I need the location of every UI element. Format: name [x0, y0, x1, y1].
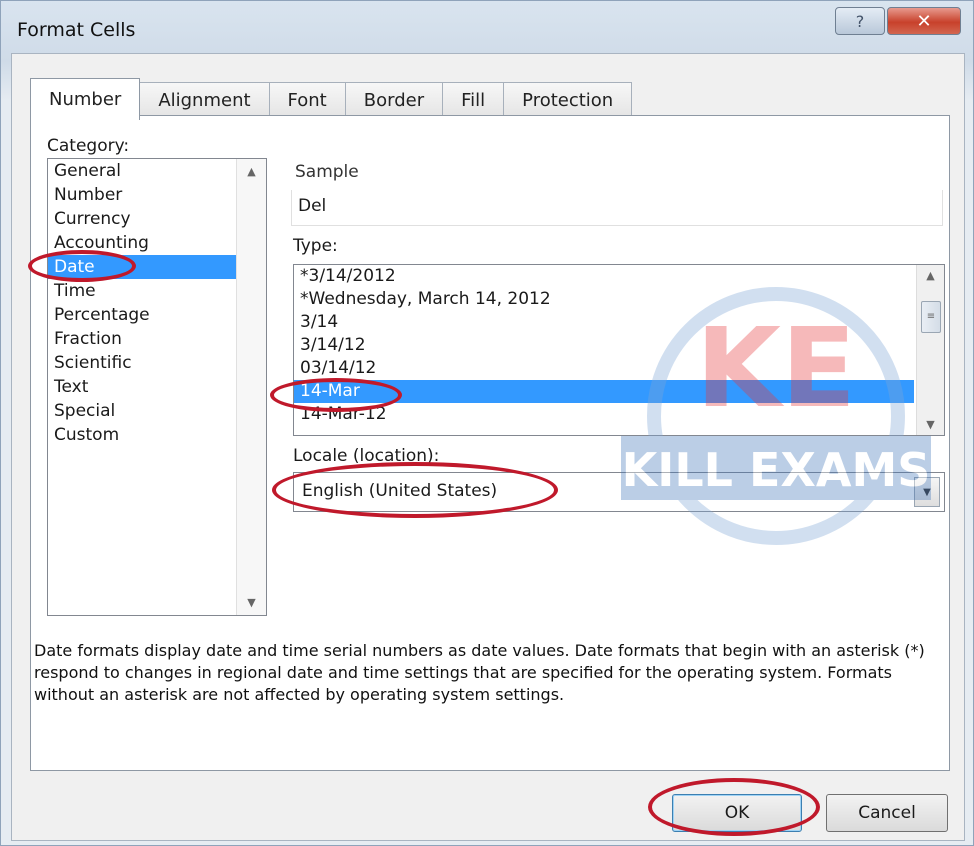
scroll-down-icon[interactable]: ▼ — [917, 418, 944, 431]
dropdown-button[interactable]: ▼ — [914, 477, 940, 507]
category-item-general[interactable]: General — [48, 159, 236, 183]
tab-font[interactable]: Font — [268, 82, 346, 118]
category-item-percentage[interactable]: Percentage — [48, 303, 236, 327]
scroll-up-icon[interactable]: ▲ — [237, 165, 266, 178]
tab-border[interactable]: Border — [344, 82, 444, 118]
type-item[interactable]: 03/14/12 — [294, 357, 914, 380]
close-button[interactable]: ✕ — [887, 7, 961, 35]
tab-protection[interactable]: Protection — [503, 82, 633, 118]
category-item-special[interactable]: Special — [48, 399, 236, 423]
format-description: Date formats display date and time seria… — [34, 641, 925, 704]
dialog-title: Format Cells — [17, 19, 136, 41]
type-label: Type: — [293, 236, 338, 256]
tab-number[interactable]: Number — [30, 78, 141, 120]
category-label: Category: — [47, 136, 130, 156]
scroll-thumb[interactable]: ≡ — [921, 301, 941, 333]
type-item[interactable]: 3/14/12 — [294, 334, 914, 357]
scroll-down-icon[interactable]: ▼ — [237, 596, 266, 609]
close-icon: ✕ — [916, 10, 932, 32]
help-icon: ? — [855, 11, 865, 31]
category-item-time[interactable]: Time — [48, 279, 236, 303]
category-item-date[interactable]: Date — [48, 255, 236, 279]
cancel-button[interactable]: Cancel — [826, 794, 948, 832]
format-cells-dialog: Format Cells ? ✕ Number Alignment Font B… — [0, 0, 974, 846]
category-scrollbar[interactable]: ▲ ▼ — [236, 159, 266, 615]
sample-label: Sample — [295, 162, 359, 182]
type-item[interactable]: 14-Mar-12 — [294, 403, 914, 426]
tab-fill[interactable]: Fill — [442, 82, 505, 118]
sample-preview: Del — [291, 190, 943, 226]
category-item-text[interactable]: Text — [48, 375, 236, 399]
type-list[interactable]: *3/14/2012 *Wednesday, March 14, 2012 3/… — [293, 264, 945, 436]
sample-value: Del — [298, 196, 327, 216]
type-item[interactable]: 3/14 — [294, 311, 914, 334]
category-item-custom[interactable]: Custom — [48, 423, 236, 447]
ok-button[interactable]: OK — [672, 794, 802, 832]
tab-strip: Number Alignment Font Border Fill Protec… — [30, 78, 633, 120]
type-item[interactable]: *3/14/2012 — [294, 265, 914, 288]
category-item-fraction[interactable]: Fraction — [48, 327, 236, 351]
category-list[interactable]: General Number Currency Accounting Date … — [47, 158, 267, 616]
category-item-currency[interactable]: Currency — [48, 207, 236, 231]
help-button[interactable]: ? — [835, 7, 885, 35]
type-scrollbar[interactable]: ▲ ≡ ▼ — [916, 265, 944, 435]
tab-alignment[interactable]: Alignment — [139, 82, 270, 118]
type-item[interactable]: *Wednesday, March 14, 2012 — [294, 288, 914, 311]
dialog-client-area: Number Alignment Font Border Fill Protec… — [11, 53, 965, 841]
category-item-number[interactable]: Number — [48, 183, 236, 207]
chevron-down-icon: ▼ — [923, 486, 931, 498]
type-item-selected[interactable]: 14-Mar — [294, 380, 914, 403]
scroll-up-icon[interactable]: ▲ — [917, 269, 944, 282]
locale-select[interactable]: English (United States) ▼ — [293, 472, 945, 512]
category-item-scientific[interactable]: Scientific — [48, 351, 236, 375]
category-item-accounting[interactable]: Accounting — [48, 231, 236, 255]
locale-label: Locale (location): — [293, 446, 440, 466]
locale-value: English (United States) — [302, 481, 498, 501]
